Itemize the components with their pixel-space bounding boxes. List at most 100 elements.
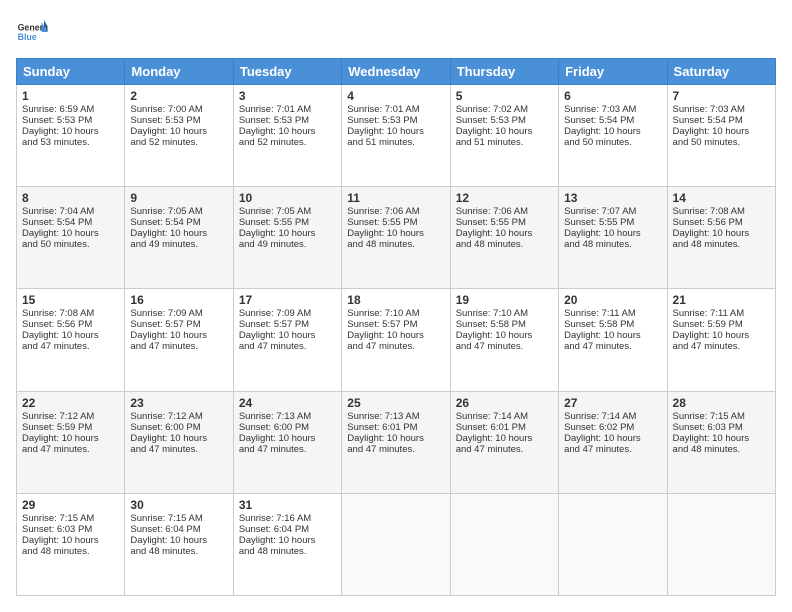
col-wednesday: Wednesday	[342, 59, 450, 85]
sunrise-line: Sunrise: 7:06 AM	[347, 206, 419, 217]
daylight-line: Daylight: 10 hours	[239, 228, 316, 239]
sunset-line: Sunset: 5:53 PM	[22, 115, 92, 126]
sunset-line: Sunset: 5:58 PM	[456, 319, 526, 330]
day-number: 24	[239, 396, 336, 410]
calendar-cell	[559, 493, 667, 595]
day-number: 31	[239, 498, 336, 512]
daylight-line: Daylight: 10 hours	[22, 330, 99, 341]
sunrise-line: Sunrise: 7:10 AM	[456, 308, 528, 319]
week-row-1: 1Sunrise: 6:59 AMSunset: 5:53 PMDaylight…	[17, 85, 776, 187]
calendar-cell: 5Sunrise: 7:02 AMSunset: 5:53 PMDaylight…	[450, 85, 558, 187]
day-number: 18	[347, 293, 444, 307]
sunrise-line: Sunrise: 7:08 AM	[673, 206, 745, 217]
calendar-cell: 29Sunrise: 7:15 AMSunset: 6:03 PMDayligh…	[17, 493, 125, 595]
calendar-cell: 11Sunrise: 7:06 AMSunset: 5:55 PMDayligh…	[342, 187, 450, 289]
calendar-cell: 2Sunrise: 7:00 AMSunset: 5:53 PMDaylight…	[125, 85, 233, 187]
sunset-line: Sunset: 6:03 PM	[673, 422, 743, 433]
sunset-line: Sunset: 6:04 PM	[130, 524, 200, 535]
sunset-line: Sunset: 5:55 PM	[564, 217, 634, 228]
logo-icon: General Blue	[16, 16, 48, 48]
sunset-line: Sunset: 5:56 PM	[22, 319, 92, 330]
daylight-minutes: and 47 minutes.	[130, 444, 198, 455]
calendar-cell: 27Sunrise: 7:14 AMSunset: 6:02 PMDayligh…	[559, 391, 667, 493]
daylight-minutes: and 47 minutes.	[673, 341, 741, 352]
col-tuesday: Tuesday	[233, 59, 341, 85]
col-thursday: Thursday	[450, 59, 558, 85]
sunrise-line: Sunrise: 7:00 AM	[130, 104, 202, 115]
day-number: 5	[456, 89, 553, 103]
calendar-cell	[342, 493, 450, 595]
col-sunday: Sunday	[17, 59, 125, 85]
sunrise-line: Sunrise: 7:06 AM	[456, 206, 528, 217]
daylight-minutes: and 48 minutes.	[347, 239, 415, 250]
sunrise-line: Sunrise: 7:16 AM	[239, 513, 311, 524]
calendar-cell: 22Sunrise: 7:12 AMSunset: 5:59 PMDayligh…	[17, 391, 125, 493]
day-number: 6	[564, 89, 661, 103]
daylight-minutes: and 47 minutes.	[22, 444, 90, 455]
page: General Blue Sunday Monday Tuesday Wedne…	[0, 0, 792, 612]
sunrise-line: Sunrise: 7:14 AM	[456, 411, 528, 422]
weekday-header-row: Sunday Monday Tuesday Wednesday Thursday…	[17, 59, 776, 85]
sunset-line: Sunset: 5:56 PM	[673, 217, 743, 228]
daylight-minutes: and 52 minutes.	[130, 137, 198, 148]
day-number: 13	[564, 191, 661, 205]
sunset-line: Sunset: 5:59 PM	[22, 422, 92, 433]
sunrise-line: Sunrise: 7:13 AM	[347, 411, 419, 422]
sunset-line: Sunset: 5:55 PM	[239, 217, 309, 228]
daylight-minutes: and 48 minutes.	[22, 546, 90, 557]
calendar-cell: 16Sunrise: 7:09 AMSunset: 5:57 PMDayligh…	[125, 289, 233, 391]
day-number: 12	[456, 191, 553, 205]
sunrise-line: Sunrise: 7:11 AM	[564, 308, 636, 319]
daylight-line: Daylight: 10 hours	[564, 228, 641, 239]
calendar-cell: 1Sunrise: 6:59 AMSunset: 5:53 PMDaylight…	[17, 85, 125, 187]
svg-text:Blue: Blue	[18, 32, 37, 42]
daylight-line: Daylight: 10 hours	[239, 330, 316, 341]
sunset-line: Sunset: 5:57 PM	[130, 319, 200, 330]
sunrise-line: Sunrise: 7:15 AM	[130, 513, 202, 524]
sunset-line: Sunset: 5:54 PM	[22, 217, 92, 228]
daylight-minutes: and 47 minutes.	[564, 341, 632, 352]
calendar-cell: 20Sunrise: 7:11 AMSunset: 5:58 PMDayligh…	[559, 289, 667, 391]
day-number: 17	[239, 293, 336, 307]
daylight-minutes: and 50 minutes.	[564, 137, 632, 148]
logo: General Blue	[16, 16, 48, 48]
daylight-minutes: and 48 minutes.	[130, 546, 198, 557]
day-number: 25	[347, 396, 444, 410]
day-number: 1	[22, 89, 119, 103]
daylight-line: Daylight: 10 hours	[22, 433, 99, 444]
sunset-line: Sunset: 5:54 PM	[564, 115, 634, 126]
daylight-minutes: and 50 minutes.	[22, 239, 90, 250]
calendar-cell: 30Sunrise: 7:15 AMSunset: 6:04 PMDayligh…	[125, 493, 233, 595]
daylight-minutes: and 53 minutes.	[22, 137, 90, 148]
daylight-line: Daylight: 10 hours	[347, 228, 424, 239]
daylight-line: Daylight: 10 hours	[239, 535, 316, 546]
daylight-line: Daylight: 10 hours	[22, 228, 99, 239]
day-number: 11	[347, 191, 444, 205]
sunset-line: Sunset: 5:59 PM	[673, 319, 743, 330]
daylight-line: Daylight: 10 hours	[564, 330, 641, 341]
sunset-line: Sunset: 6:01 PM	[347, 422, 417, 433]
calendar-cell: 28Sunrise: 7:15 AMSunset: 6:03 PMDayligh…	[667, 391, 775, 493]
week-row-4: 22Sunrise: 7:12 AMSunset: 5:59 PMDayligh…	[17, 391, 776, 493]
daylight-minutes: and 47 minutes.	[22, 341, 90, 352]
daylight-line: Daylight: 10 hours	[239, 433, 316, 444]
sunset-line: Sunset: 5:53 PM	[130, 115, 200, 126]
calendar-cell: 25Sunrise: 7:13 AMSunset: 6:01 PMDayligh…	[342, 391, 450, 493]
day-number: 15	[22, 293, 119, 307]
daylight-line: Daylight: 10 hours	[347, 126, 424, 137]
daylight-line: Daylight: 10 hours	[673, 330, 750, 341]
day-number: 14	[673, 191, 770, 205]
sunrise-line: Sunrise: 7:02 AM	[456, 104, 528, 115]
sunrise-line: Sunrise: 7:04 AM	[22, 206, 94, 217]
calendar-cell: 17Sunrise: 7:09 AMSunset: 5:57 PMDayligh…	[233, 289, 341, 391]
day-number: 23	[130, 396, 227, 410]
sunset-line: Sunset: 6:00 PM	[130, 422, 200, 433]
daylight-minutes: and 48 minutes.	[239, 546, 307, 557]
daylight-minutes: and 48 minutes.	[673, 444, 741, 455]
daylight-minutes: and 47 minutes.	[456, 444, 524, 455]
daylight-line: Daylight: 10 hours	[22, 535, 99, 546]
day-number: 27	[564, 396, 661, 410]
daylight-line: Daylight: 10 hours	[673, 433, 750, 444]
calendar-cell: 4Sunrise: 7:01 AMSunset: 5:53 PMDaylight…	[342, 85, 450, 187]
week-row-3: 15Sunrise: 7:08 AMSunset: 5:56 PMDayligh…	[17, 289, 776, 391]
